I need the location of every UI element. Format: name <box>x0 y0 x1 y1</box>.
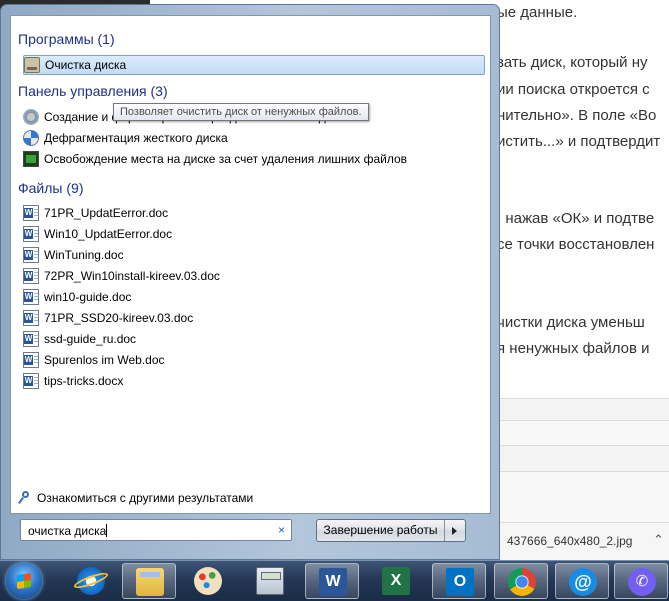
text-caret <box>106 524 108 537</box>
result-file[interactable]: 71PR_UpdatEerror.doc <box>23 203 483 223</box>
mail-agent-icon: @ <box>569 568 597 596</box>
result-label: WinTuning.doc <box>44 248 124 262</box>
search-input[interactable]: очистка диска × <box>20 519 292 541</box>
free-space-icon <box>23 151 39 167</box>
result-file[interactable]: Spurenlos im Web.doc <box>23 350 483 370</box>
defrag-icon <box>23 130 39 146</box>
internet-explorer-icon <box>77 567 105 595</box>
word-doc-icon <box>23 352 39 368</box>
taskbar-excel[interactable]: X <box>369 563 423 599</box>
background-panel <box>497 420 669 446</box>
word-doc-icon <box>23 310 39 326</box>
calculator-icon <box>256 567 284 595</box>
see-more-results-link[interactable]: Ознакомиться с другими результатами <box>19 491 253 505</box>
word-doc-icon <box>23 247 39 263</box>
taskbar-calculator[interactable] <box>243 563 297 599</box>
background-panel <box>497 398 669 421</box>
word-doc-icon <box>23 331 39 347</box>
download-file-name: 437666_640x480_2.jpg <box>507 534 633 548</box>
word-doc-icon <box>23 226 39 242</box>
word-doc-icon <box>23 373 39 389</box>
background-panel <box>497 471 669 523</box>
result-disk-cleanup[interactable]: Очистка диска <box>23 55 485 75</box>
group-title-programs[interactable]: Программы (1) <box>18 31 115 47</box>
result-file[interactable]: Win10_UpdatEerror.doc <box>23 224 483 244</box>
background-text-line: я ненужных файлов и <box>497 340 650 357</box>
chevron-up-icon[interactable]: ⌃ <box>653 532 664 548</box>
shutdown-button[interactable]: Завершение работы <box>317 520 445 541</box>
result-label: win10-guide.doc <box>44 290 132 304</box>
chrome-icon <box>508 568 536 596</box>
result-label: 71PR_UpdatEerror.doc <box>44 206 169 220</box>
background-text-line: ии поиска откроется с <box>497 81 650 98</box>
result-label: 72PR_Win10install-kireev.03.doc <box>44 269 220 283</box>
background-text-line: зать диск, который ну <box>497 54 648 71</box>
background-text-line: нительно». В поле «Во <box>497 107 657 124</box>
word-doc-icon <box>23 268 39 284</box>
result-label: 71PR_SSD20-kireev.03.doc <box>44 311 194 325</box>
word-icon: W <box>319 568 347 596</box>
result-defrag[interactable]: Дефрагментация жесткого диска <box>23 128 483 148</box>
result-label: ssd-guide_ru.doc <box>44 332 137 346</box>
word-doc-icon <box>23 205 39 221</box>
taskbar-word[interactable]: W <box>305 563 359 599</box>
result-file[interactable]: 71PR_SSD20-kireev.03.doc <box>23 308 483 328</box>
folder-icon <box>136 568 164 596</box>
result-label: tips-tricks.docx <box>44 374 124 388</box>
taskbar-mail-agent[interactable]: @ <box>555 563 609 599</box>
result-label: Освобождение места на диске за счет удал… <box>44 152 408 166</box>
start-menu: Программы (1) Очистка диска Панель управ… <box>0 4 500 560</box>
search-input-value: очистка диска <box>28 524 107 538</box>
search-icon <box>19 491 31 505</box>
result-label: Дефрагментация жесткого диска <box>44 131 228 145</box>
background-text-line: ые данные. <box>497 4 578 21</box>
taskbar-outlook[interactable]: O <box>432 563 486 599</box>
background-text-line: , нажав «ОК» и подтве <box>497 210 655 227</box>
paint-palette-icon <box>194 567 222 595</box>
background-text-line: чистки диска уменьш <box>497 314 645 331</box>
taskbar-viber[interactable]: ✆ <box>614 563 668 599</box>
result-label: Spurenlos im Web.doc <box>44 353 165 367</box>
shutdown-options-arrow-icon[interactable] <box>445 520 465 541</box>
partition-icon <box>23 109 39 125</box>
result-free-space[interactable]: Освобождение места на диске за счет удал… <box>23 149 483 169</box>
result-label: Очистка диска <box>45 58 127 72</box>
taskbar-windows-explorer[interactable] <box>122 563 176 599</box>
background-text-line: истить...» и подтвердит <box>497 133 661 150</box>
outlook-icon: O <box>446 568 474 596</box>
background-panel <box>497 445 669 472</box>
tooltip: Позволяет очистить диск от ненужных файл… <box>113 103 369 121</box>
taskbar-chrome[interactable] <box>494 563 548 599</box>
disk-cleanup-icon <box>24 57 40 73</box>
viber-icon: ✆ <box>628 568 656 596</box>
clear-search-icon[interactable]: × <box>278 523 285 537</box>
download-bar-item[interactable]: 437666_640x480_2.jpg ⌃ <box>497 522 669 561</box>
search-results-panel: Программы (1) Очистка диска Панель управ… <box>10 15 491 514</box>
word-doc-icon <box>23 289 39 305</box>
result-file[interactable]: ssd-guide_ru.doc <box>23 329 483 349</box>
start-button[interactable] <box>6 563 42 599</box>
taskbar: W X O @ ✆ <box>0 560 669 601</box>
see-more-results-label: Ознакомиться с другими результатами <box>37 491 254 505</box>
taskbar-internet-explorer[interactable] <box>64 563 118 599</box>
group-title-control-panel[interactable]: Панель управления (3) <box>18 83 168 99</box>
result-file[interactable]: 72PR_Win10install-kireev.03.doc <box>23 266 483 286</box>
taskbar-paint[interactable] <box>181 563 235 599</box>
result-file[interactable]: tips-tricks.docx <box>23 371 483 391</box>
excel-icon: X <box>382 567 410 595</box>
result-file[interactable]: WinTuning.doc <box>23 245 483 265</box>
background-text-line: се точки восстановлен <box>497 236 655 253</box>
result-label: Win10_UpdatEerror.doc <box>44 227 173 241</box>
group-title-files[interactable]: Файлы (9) <box>18 180 83 196</box>
shutdown-button-group: Завершение работы <box>316 519 466 542</box>
result-file[interactable]: win10-guide.doc <box>23 287 483 307</box>
